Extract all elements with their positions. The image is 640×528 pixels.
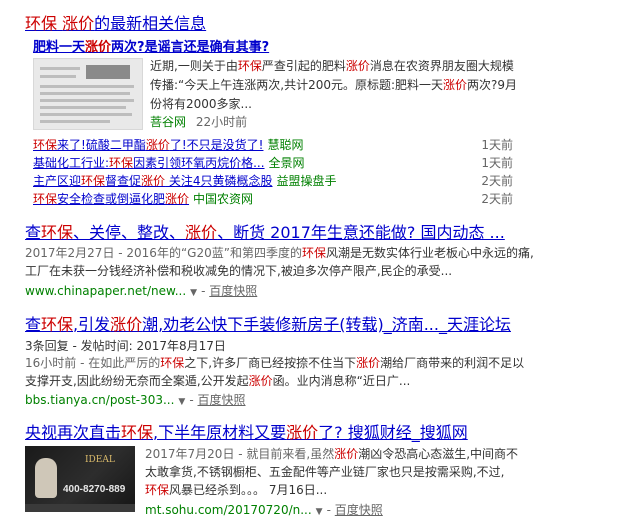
news-source: 中国农资网 bbox=[193, 192, 254, 206]
keyword-highlight: 环保 bbox=[25, 14, 58, 33]
news-time: 22小时前 bbox=[195, 115, 248, 129]
news-time: 2天前 bbox=[481, 174, 513, 188]
dropdown-arrow-icon[interactable]: ▼ bbox=[190, 288, 197, 298]
news-source: 全景网 bbox=[268, 156, 305, 170]
news-item: 基础化工行业:环保因素引领环氧丙烷价格... 全景网 1天前 bbox=[33, 154, 513, 172]
result-title-link[interactable]: 央视再次直击环保,下半年原材料又要涨价了? 搜狐财经_搜狐网 bbox=[25, 419, 468, 443]
result-thumbnail[interactable]: IDEAL 400-8270-889 bbox=[25, 446, 135, 512]
result-url[interactable]: bbs.tianya.cn/post-303... bbox=[25, 393, 174, 407]
news-lead-title-link[interactable]: 肥料一天涨价两次?是谣言还是确有其事? bbox=[33, 36, 269, 55]
news-item: 主产区迎环保督查促涨价 关注4只黄磷概念股 益盟操盘手 2天前 bbox=[33, 172, 513, 190]
snapshot-link[interactable]: 百度快照 bbox=[335, 503, 383, 517]
phone-number: 400-8270-889 bbox=[63, 484, 126, 495]
news-item-link[interactable]: 环保安全检查或倒逼化肥涨价 bbox=[33, 192, 189, 206]
news-item-link[interactable]: 环保来了!硫酸二甲酯涨价了!不只是没货了! bbox=[33, 138, 263, 152]
news-time: 1天前 bbox=[481, 156, 513, 170]
news-time: 1天前 bbox=[481, 138, 513, 152]
result-url-line: mt.sohu.com/20170720/n... ▼ - 百度快照 bbox=[145, 503, 383, 517]
result-url[interactable]: www.chinapaper.net/new... bbox=[25, 284, 186, 298]
result-meta: 3条回复 - 发帖时间: 2017年8月17日 bbox=[25, 339, 226, 353]
snapshot-link[interactable]: 百度快照 bbox=[209, 284, 257, 298]
news-item-link[interactable]: 主产区迎环保督查促涨价 关注4只黄磷概念股 bbox=[33, 174, 273, 188]
keyword-highlight: 涨价 bbox=[62, 14, 95, 33]
news-time: 2天前 bbox=[481, 192, 513, 206]
result-snippet: 16小时前 - 在如此严厉的环保之下,许多厂商已经按捺不住当下涨价潮给厂商带来的… bbox=[25, 356, 525, 388]
news-item: 环保来了!硫酸二甲酯涨价了!不只是没货了! 慧聪网 1天前 bbox=[33, 136, 513, 154]
news-lead-thumbnail[interactable] bbox=[33, 58, 143, 130]
news-source: 菩谷网 bbox=[150, 115, 187, 129]
result-url[interactable]: mt.sohu.com/20170720/n... bbox=[145, 503, 312, 517]
news-source: 慧聪网 bbox=[267, 138, 304, 152]
result-url-line: bbs.tianya.cn/post-303... ▼ - 百度快照 bbox=[25, 393, 246, 407]
result-snippet: 2017年7月20日 - 就目前来看,虽然涨价潮凶令恐高心态滋生,中间商不 太敢… bbox=[145, 447, 519, 497]
dropdown-arrow-icon[interactable]: ▼ bbox=[178, 397, 185, 407]
result-snippet: 2017年2月27日 - 2016年的“G20蓝”和第四季度的环保风潮是无数实体… bbox=[25, 246, 534, 278]
person-figure bbox=[35, 458, 57, 498]
brand-logo: IDEAL bbox=[85, 455, 115, 465]
dropdown-arrow-icon[interactable]: ▼ bbox=[316, 507, 323, 517]
news-item-link[interactable]: 基础化工行业:环保因素引领环氧丙烷价格... bbox=[33, 156, 265, 170]
news-item: 环保安全检查或倒逼化肥涨价 中国农资网 2天前 bbox=[33, 190, 513, 208]
news-lead-source: 菩谷网 22小时前 bbox=[150, 113, 247, 130]
news-source: 益盟操盘手 bbox=[276, 174, 337, 188]
thumbnail-headline-block bbox=[86, 65, 130, 79]
news-section-title[interactable]: 环保 涨价的最新相关信息 bbox=[25, 10, 206, 34]
snapshot-link[interactable]: 百度快照 bbox=[198, 393, 246, 407]
news-lead-snippet: 近期,一则关于由环保严查引起的肥料涨价消息在农资界朋友圈大规模传播:“今天上午连… bbox=[150, 59, 518, 111]
result-url-line: www.chinapaper.net/new... ▼ - 百度快照 bbox=[25, 284, 258, 298]
result-title-link[interactable]: 查环保,引发涨价潮,劝老公快下手装修新房子(转载)_济南..._天涯论坛 bbox=[25, 311, 511, 335]
result-title-link[interactable]: 查环保、关停、整改、涨价、断货 2017年生意还能做? 国内动态 ... bbox=[25, 219, 505, 243]
